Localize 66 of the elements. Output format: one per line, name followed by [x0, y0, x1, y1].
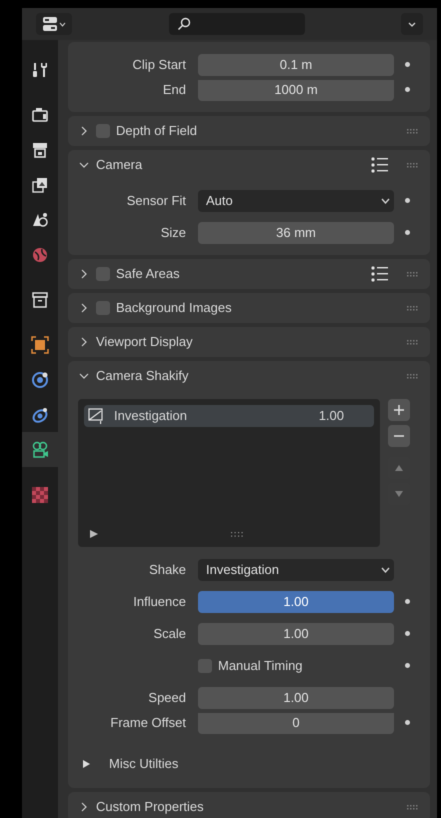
plus-icon — [393, 404, 405, 416]
triangle-right-icon[interactable] — [82, 758, 91, 768]
chevron-down-icon — [408, 22, 416, 26]
panel-title[interactable]: Viewport Display — [96, 332, 389, 352]
field-label: End — [162, 80, 186, 99]
properties-tab[interactable] — [22, 432, 58, 467]
globe-icon — [31, 246, 49, 264]
drag-handle-icon[interactable] — [407, 128, 418, 134]
checker-icon — [31, 486, 49, 504]
checkbox[interactable] — [96, 267, 110, 281]
triangle-right-icon[interactable] — [90, 530, 98, 538]
drag-handle-icon[interactable] — [407, 374, 418, 378]
panel-title[interactable]: Background Images — [116, 298, 389, 318]
list-item[interactable]: Investigation 1.00 — [84, 405, 374, 427]
number-field[interactable]: 1.00 — [198, 686, 394, 708]
field-label: Scale — [153, 624, 186, 643]
number-field[interactable]: 1.00 — [198, 590, 394, 612]
number-field[interactable]: 1000 m — [198, 78, 394, 100]
field-label: Clip Start — [132, 56, 186, 74]
minus-button[interactable] — [388, 425, 410, 447]
search-field[interactable] — [169, 13, 305, 35]
drag-handle-icon[interactable] — [407, 306, 418, 310]
panel-title[interactable]: Custom Properties — [96, 797, 389, 817]
checkbox-label: Manual Timing — [218, 656, 303, 675]
number-field[interactable]: 36 mm — [198, 222, 394, 244]
panel-title[interactable]: Camera — [96, 155, 365, 175]
panel-title[interactable]: Camera Shakify — [96, 366, 389, 386]
options-dropdown[interactable] — [401, 13, 423, 35]
dropdown-field[interactable]: Investigation — [198, 558, 394, 580]
field-label: Sensor Fit — [126, 192, 186, 210]
plus-button[interactable] — [388, 399, 410, 421]
chevron-down-icon — [58, 22, 66, 26]
panel-title[interactable]: Depth of Field — [116, 121, 389, 141]
presets-icon[interactable] — [371, 266, 389, 282]
checkbox[interactable] — [198, 658, 212, 672]
orbit-icon — [31, 370, 49, 388]
subpanel-title[interactable]: Misc Utilties — [109, 754, 178, 774]
chevron-down-icon — [381, 566, 390, 572]
panel-title[interactable]: Safe Areas — [116, 264, 365, 284]
box-icon — [31, 290, 49, 308]
drag-handle-icon[interactable] — [407, 272, 418, 276]
camera-icon — [31, 440, 49, 458]
presets-icon[interactable] — [371, 157, 389, 173]
field-label: Influence — [133, 592, 186, 611]
number-field[interactable]: 1.00 — [198, 622, 394, 644]
checkbox[interactable] — [96, 301, 110, 315]
dropdown-field[interactable]: Auto — [198, 190, 394, 212]
field-label: Shake — [149, 560, 186, 579]
search-icon — [177, 17, 191, 31]
number-field[interactable]: 0.1 m — [198, 54, 394, 76]
chevron-down-icon — [381, 198, 390, 204]
editor-type-icon — [42, 17, 56, 31]
drag-handle-icon[interactable] — [407, 162, 418, 168]
checkbox[interactable] — [96, 124, 110, 138]
square-icon — [31, 336, 49, 354]
number-field[interactable]: 0 — [198, 712, 394, 734]
field-label: Speed — [148, 688, 186, 707]
cone-sphere-icon — [31, 210, 49, 228]
field-label: Frame Offset — [110, 714, 186, 732]
stacked-images-icon — [31, 176, 49, 194]
drag-handle-icon[interactable] — [407, 804, 418, 810]
drag-handle-icon[interactable] — [407, 340, 418, 344]
editor-type-button[interactable] — [36, 13, 72, 35]
field-label: Size — [160, 224, 186, 242]
wrench-screwdriver-icon — [31, 60, 49, 78]
curve-icon — [88, 408, 104, 424]
